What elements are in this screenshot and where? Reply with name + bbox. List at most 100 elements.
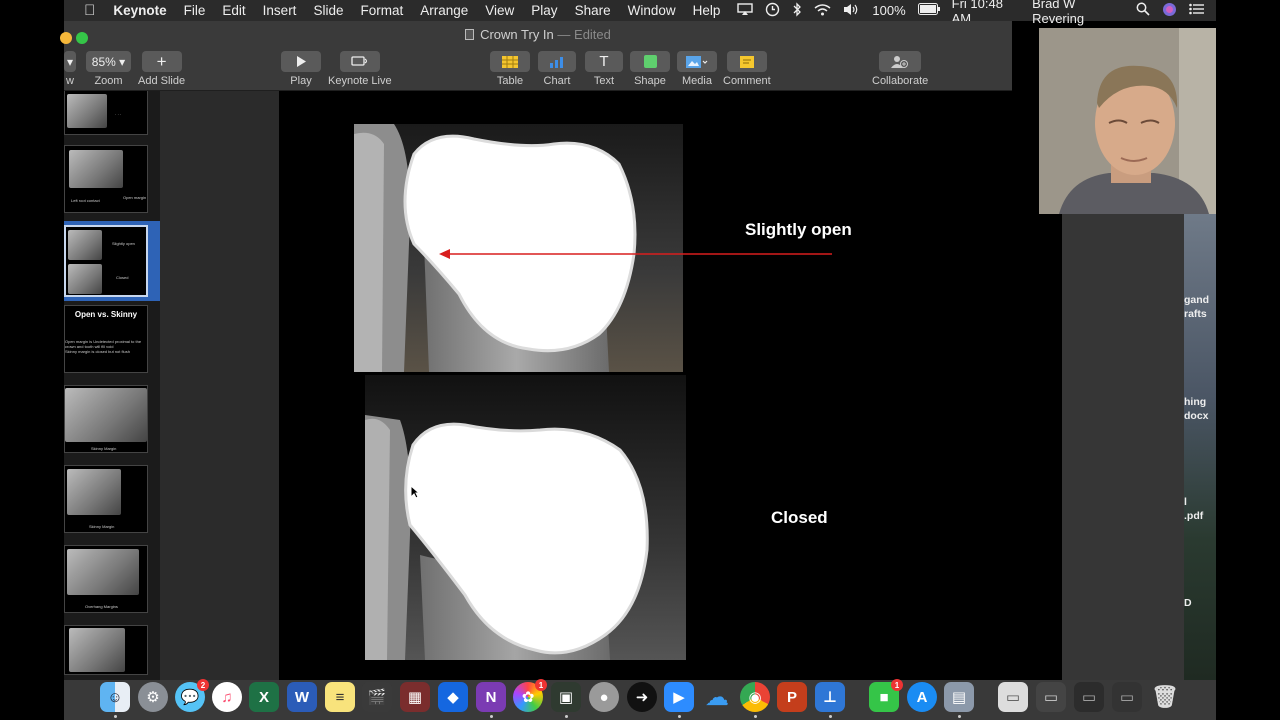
comment-label: Comment — [723, 75, 771, 87]
desktop-file-label-6[interactable]: .pdf — [1184, 510, 1203, 522]
desktop-file-label-7[interactable]: D — [1184, 597, 1192, 609]
menu-bar:  Keynote File Edit Insert Slide Format … — [64, 0, 1216, 26]
media-button[interactable]: Media — [677, 51, 717, 87]
app-store-icon[interactable]: A — [907, 682, 937, 712]
menu-arrange[interactable]: Arrange — [420, 3, 468, 18]
preview-icon[interactable]: ▤ — [944, 682, 974, 712]
shape-icon — [630, 51, 670, 72]
preview-running-indicator — [958, 715, 961, 718]
volume-icon[interactable] — [843, 3, 860, 19]
table-button[interactable]: Table — [490, 51, 530, 87]
keynote-toolbar: Crown Try In — Edited ▾ w 85% ▾ Zoom + A… — [60, 21, 1012, 91]
menu-slide[interactable]: Slide — [313, 3, 343, 18]
minimized-window-2[interactable]: ▭ — [1036, 682, 1066, 712]
keynote-live-button[interactable]: Keynote Live — [328, 51, 392, 87]
menu-window[interactable]: Window — [628, 3, 676, 18]
menu-help[interactable]: Help — [693, 3, 721, 18]
zoom-control[interactable]: 85% ▾ Zoom — [86, 51, 131, 87]
battery-percent[interactable]: 100% — [872, 3, 905, 18]
slide-thumbnail-6[interactable]: Skinny Margin — [64, 465, 148, 533]
messages-icon[interactable]: 💬 2 — [175, 679, 209, 712]
chart-label: Chart — [543, 75, 571, 87]
view-button[interactable]: ▾ w — [64, 51, 76, 87]
slide-thumbnail-3[interactable]: Slightly open Closed — [64, 225, 148, 297]
slide-thumbnail-5[interactable]: Skinny Margin — [64, 385, 148, 453]
chrome-icon[interactable]: ◉ — [740, 682, 770, 712]
slide-navigator[interactable]: · · · Left root contact Open margin Slig… — [64, 91, 160, 680]
siri-icon[interactable] — [1162, 2, 1177, 20]
powerpoint-icon[interactable]: P — [777, 682, 807, 712]
menu-play[interactable]: Play — [531, 3, 557, 18]
menu-format[interactable]: Format — [360, 3, 403, 18]
airplay-icon[interactable] — [737, 2, 754, 19]
minimized-window-1[interactable]: ▭ — [998, 682, 1028, 712]
label-slightly-open[interactable]: Slightly open — [745, 220, 852, 240]
spotlight-icon[interactable] — [1136, 2, 1150, 19]
notes-icon[interactable]: ≡ — [325, 682, 355, 712]
battery-icon[interactable] — [917, 3, 940, 18]
menu-user[interactable]: Brad W Revering — [1032, 0, 1124, 26]
menu-view[interactable]: View — [485, 3, 514, 18]
messages-badge: 2 — [197, 679, 209, 691]
desktop-file-label-2[interactable]: rafts — [1184, 308, 1207, 320]
radiograph-closed[interactable] — [365, 375, 686, 660]
video-editor-icon[interactable]: ▣ — [551, 682, 581, 712]
label-closed[interactable]: Closed — [771, 508, 828, 528]
thumb4-title: Open vs. Skinny — [74, 310, 138, 319]
chart-button[interactable]: Chart — [538, 51, 576, 87]
excel-icon[interactable]: X — [249, 682, 279, 712]
photo-booth-icon[interactable]: ▦ — [400, 682, 430, 712]
trash-icon[interactable]: 🗑 — [1150, 682, 1180, 712]
minimized-window-4[interactable]: ▭ — [1112, 682, 1142, 712]
window-title-bar: Crown Try In — Edited — [64, 21, 1012, 47]
word-icon[interactable]: W — [287, 682, 317, 712]
slide-thumbnail-7[interactable]: Overhang Margins — [64, 545, 148, 613]
bluetooth-icon[interactable] — [792, 1, 802, 20]
menu-edit[interactable]: Edit — [222, 3, 245, 18]
zoom-select[interactable]: 85% ▾ — [86, 51, 131, 72]
finder-icon[interactable]: ☺ — [100, 682, 130, 712]
music-icon[interactable]: ♫ — [212, 682, 242, 712]
final-cut-icon[interactable]: 🎬 — [362, 682, 392, 712]
menu-share[interactable]: Share — [575, 3, 611, 18]
red-arrow[interactable] — [437, 246, 837, 262]
menu-app-keynote[interactable]: Keynote — [113, 3, 166, 18]
notification-center-icon[interactable] — [1189, 3, 1204, 18]
desktop-file-label-5[interactable]: l — [1184, 496, 1187, 508]
keynote-running-indicator — [829, 715, 832, 718]
facetime-icon[interactable]: ■ 1 — [869, 679, 903, 712]
play-button[interactable]: Play — [281, 51, 321, 87]
dropbox-icon[interactable]: ◆ — [438, 682, 468, 712]
forward-arrow-app-icon[interactable]: ➜ — [627, 682, 657, 712]
slide-canvas[interactable]: Slightly open Closed — [279, 91, 1062, 680]
slide-thumbnail-1[interactable]: · · · — [64, 91, 148, 135]
chrome-running-indicator — [754, 715, 757, 718]
time-machine-icon[interactable] — [765, 2, 780, 20]
disk-utility-icon[interactable]: ● — [589, 682, 619, 712]
shape-button[interactable]: Shape — [630, 51, 670, 87]
slide-thumbnail-4[interactable]: Open vs. Skinny Open margin is Undetecte… — [64, 305, 148, 373]
menu-file[interactable]: File — [184, 3, 206, 18]
collaborate-button[interactable]: Collaborate — [872, 51, 928, 87]
keynote-icon[interactable]: ⊥ — [815, 682, 845, 712]
desktop-file-label-1[interactable]: gand — [1184, 294, 1209, 306]
document-title: Crown Try In — [480, 26, 554, 42]
slide-thumbnail-8[interactable] — [64, 625, 148, 675]
zoom-label: Zoom — [94, 75, 123, 87]
text-button[interactable]: T Text — [585, 51, 623, 87]
menu-insert[interactable]: Insert — [263, 3, 297, 18]
desktop-file-label-3[interactable]: hing — [1184, 396, 1206, 408]
photos-icon[interactable]: ✿ 1 — [513, 679, 547, 712]
onedrive-icon[interactable]: ☁ — [702, 682, 732, 712]
wifi-icon[interactable] — [814, 3, 831, 19]
zoom-app-icon[interactable]: ▶ — [664, 682, 694, 712]
facetime-badge: 1 — [891, 679, 903, 691]
desktop-file-label-4[interactable]: docx — [1184, 410, 1209, 422]
minimized-window-3[interactable]: ▭ — [1074, 682, 1104, 712]
slide-thumbnail-2[interactable]: Left root contact Open margin — [64, 145, 148, 213]
apple-menu-icon[interactable]:  — [78, 2, 101, 19]
system-preferences-icon[interactable]: ⚙ — [138, 682, 168, 712]
comment-button[interactable]: Comment — [723, 51, 771, 87]
add-slide-button[interactable]: + Add Slide — [138, 51, 185, 87]
onenote-icon[interactable]: N — [476, 682, 506, 712]
